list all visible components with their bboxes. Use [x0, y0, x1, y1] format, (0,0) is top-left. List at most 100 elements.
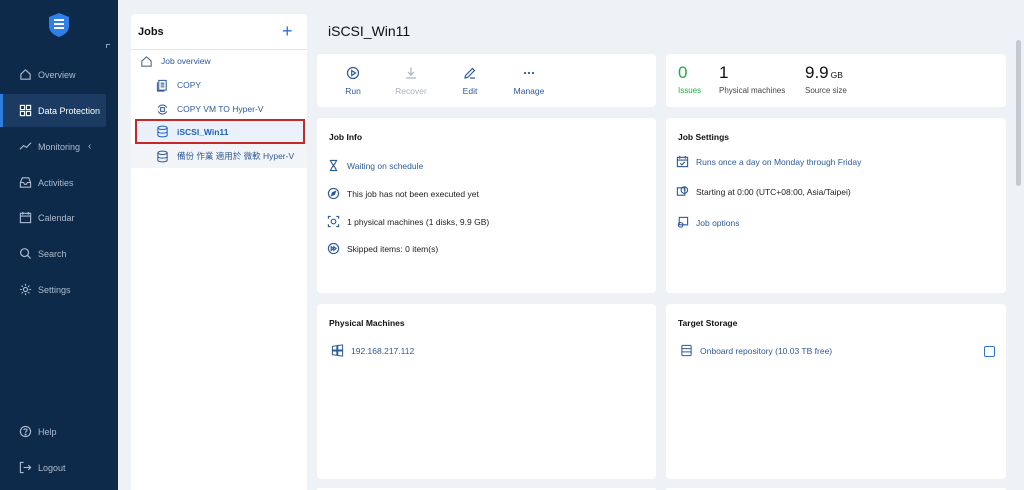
main-scrollbar[interactable]	[1016, 40, 1021, 186]
machine-address: 192.168.217.112	[351, 345, 415, 356]
storage-select-checkbox[interactable]	[984, 346, 995, 357]
compass-icon	[327, 187, 340, 200]
inbox-icon	[19, 177, 32, 188]
sidebar-item-label: Monitoring	[38, 141, 81, 152]
hourglass-icon	[329, 159, 338, 172]
storage-icon	[681, 344, 692, 357]
home-icon	[20, 69, 31, 80]
grid-icon	[19, 104, 32, 117]
sidebar-item-overview[interactable]: Overview	[0, 58, 118, 91]
machine-row[interactable]: 192.168.217.112	[331, 344, 414, 357]
target-storage-title: Target Storage	[678, 318, 738, 328]
sidebar: Overview Data Protection Monitoring ‹ Ac…	[0, 0, 118, 490]
sidebar-item-label: Search	[38, 248, 67, 259]
help-icon	[19, 425, 32, 438]
job-options-text: Job options	[696, 217, 740, 228]
physical-machines-label: Physical machines	[719, 86, 786, 95]
sidebar-item-label: Activities	[38, 177, 74, 188]
physical-machines-stat: 1 Physical machines	[719, 63, 785, 95]
search-icon	[20, 248, 32, 260]
home-icon	[141, 55, 152, 67]
start-time-text: Starting at 0:00 (UTC+08:00, Asia/Taipei…	[696, 186, 851, 197]
actions-card: Run Recover Edit Manage	[317, 54, 656, 107]
job-options-row[interactable]: Job options	[676, 216, 739, 229]
edit-button[interactable]: Edit	[448, 66, 492, 96]
gear-icon	[19, 283, 32, 296]
job-status-text: Waiting on schedule	[347, 160, 424, 171]
job-overview-item[interactable]: Job overview	[135, 49, 305, 73]
sidebar-item-calendar[interactable]: Calendar	[0, 201, 118, 234]
sidebar-item-search[interactable]: Search	[0, 237, 118, 270]
target-storage-card: Target Storage Onboard repository (10.03…	[666, 304, 1006, 479]
sidebar-item-monitoring[interactable]: Monitoring ‹	[0, 130, 118, 163]
issues-label: Issues	[678, 86, 702, 95]
source-size-unit: GB	[830, 70, 843, 80]
physical-machines-title: Physical Machines	[329, 318, 405, 328]
job-settings-title: Job Settings	[678, 132, 730, 142]
sidebar-collapse-icon[interactable]	[106, 44, 110, 48]
issues-value: 0	[678, 63, 688, 82]
options-icon	[677, 216, 689, 228]
edit-icon	[464, 67, 476, 79]
backup-job-icon	[157, 125, 168, 138]
skip-icon	[327, 242, 340, 255]
app-logo-icon	[49, 13, 69, 37]
physical-machines-value: 1	[719, 63, 729, 82]
sidebar-item-label: Overview	[38, 69, 76, 80]
play-circle-icon	[346, 66, 360, 80]
job-item-selected[interactable]: iSCSI_Win11	[135, 119, 305, 144]
sidebar-item-label: Calendar	[38, 212, 75, 223]
sidebar-item-label: Logout	[38, 462, 66, 473]
schedule-text: Runs once a day on Monday through Friday	[696, 156, 862, 167]
schedule-row[interactable]: Runs once a day on Monday through Friday	[676, 155, 861, 168]
source-size-value: 9.9	[805, 63, 829, 82]
add-job-button[interactable]: +	[282, 22, 293, 40]
job-skipped-row: Skipped items: 0 item(s)	[327, 242, 438, 255]
manage-button[interactable]: Manage	[507, 66, 551, 96]
clock-icon	[676, 186, 689, 196]
job-label: 備份 作業 適用於 微軟 Hyper-V	[177, 151, 295, 161]
recover-label: Recover	[395, 86, 427, 96]
job-overview-label: Job overview	[161, 56, 211, 66]
job-label: COPY	[177, 80, 202, 90]
run-label: Run	[345, 86, 361, 96]
issues-stat[interactable]: 0 Issues	[678, 63, 701, 95]
edit-label: Edit	[462, 86, 478, 96]
sidebar-item-data-protection[interactable]: Data Protection	[0, 94, 106, 127]
job-info-card: Job Info Waiting on schedule This job ha…	[317, 118, 656, 293]
storage-row[interactable]: Onboard repository (10.03 TB free)	[680, 344, 832, 357]
job-info-title: Job Info	[329, 132, 363, 142]
job-item[interactable]: COPY	[135, 73, 305, 97]
sidebar-item-help[interactable]: Help	[0, 415, 118, 448]
more-icon	[523, 71, 535, 75]
recover-button[interactable]: Recover	[389, 66, 433, 96]
run-button[interactable]: Run	[331, 66, 375, 96]
job-machines-text: 1 physical machines (1 disks, 9.9 GB)	[347, 216, 490, 227]
sidebar-item-label: Data Protection	[38, 105, 101, 116]
job-item[interactable]: COPY VM TO Hyper-V	[135, 97, 305, 121]
job-label: COPY VM TO Hyper-V	[177, 104, 264, 114]
jobs-title: Jobs	[138, 26, 164, 38]
copy-vm-icon	[157, 104, 168, 114]
logout-icon	[19, 461, 32, 474]
calendar-check-icon	[676, 155, 689, 168]
physical-machines-card: Physical Machines 192.168.217.112	[317, 304, 656, 479]
chevron-left-icon: ‹	[88, 141, 92, 152]
job-status-row[interactable]: Waiting on schedule	[327, 159, 423, 172]
job-execution-text: This job has not been executed yet	[347, 188, 479, 199]
sidebar-item-settings[interactable]: Settings	[0, 273, 118, 306]
sidebar-item-activities[interactable]: Activities	[0, 166, 118, 199]
backup-job-icon	[157, 150, 168, 162]
sidebar-item-logout[interactable]: Logout	[0, 451, 118, 484]
job-execution-row: This job has not been executed yet	[327, 187, 479, 200]
source-size-stat: 9.9 GB Source size	[805, 63, 847, 95]
job-label: iSCSI_Win11	[177, 126, 229, 137]
job-item[interactable]: 備份 作業 適用於 微軟 Hyper-V	[131, 144, 307, 168]
job-skipped-text: Skipped items: 0 item(s)	[347, 243, 439, 254]
jobs-panel: Jobs + Job overview COPY COPY VM TO Hype…	[131, 14, 307, 490]
sidebar-item-label: Help	[38, 426, 57, 437]
copy-job-icon	[156, 79, 167, 92]
manage-label: Manage	[513, 86, 545, 96]
job-machines-row: 1 physical machines (1 disks, 9.9 GB)	[327, 215, 489, 228]
storage-text: Onboard repository (10.03 TB free)	[700, 345, 833, 356]
